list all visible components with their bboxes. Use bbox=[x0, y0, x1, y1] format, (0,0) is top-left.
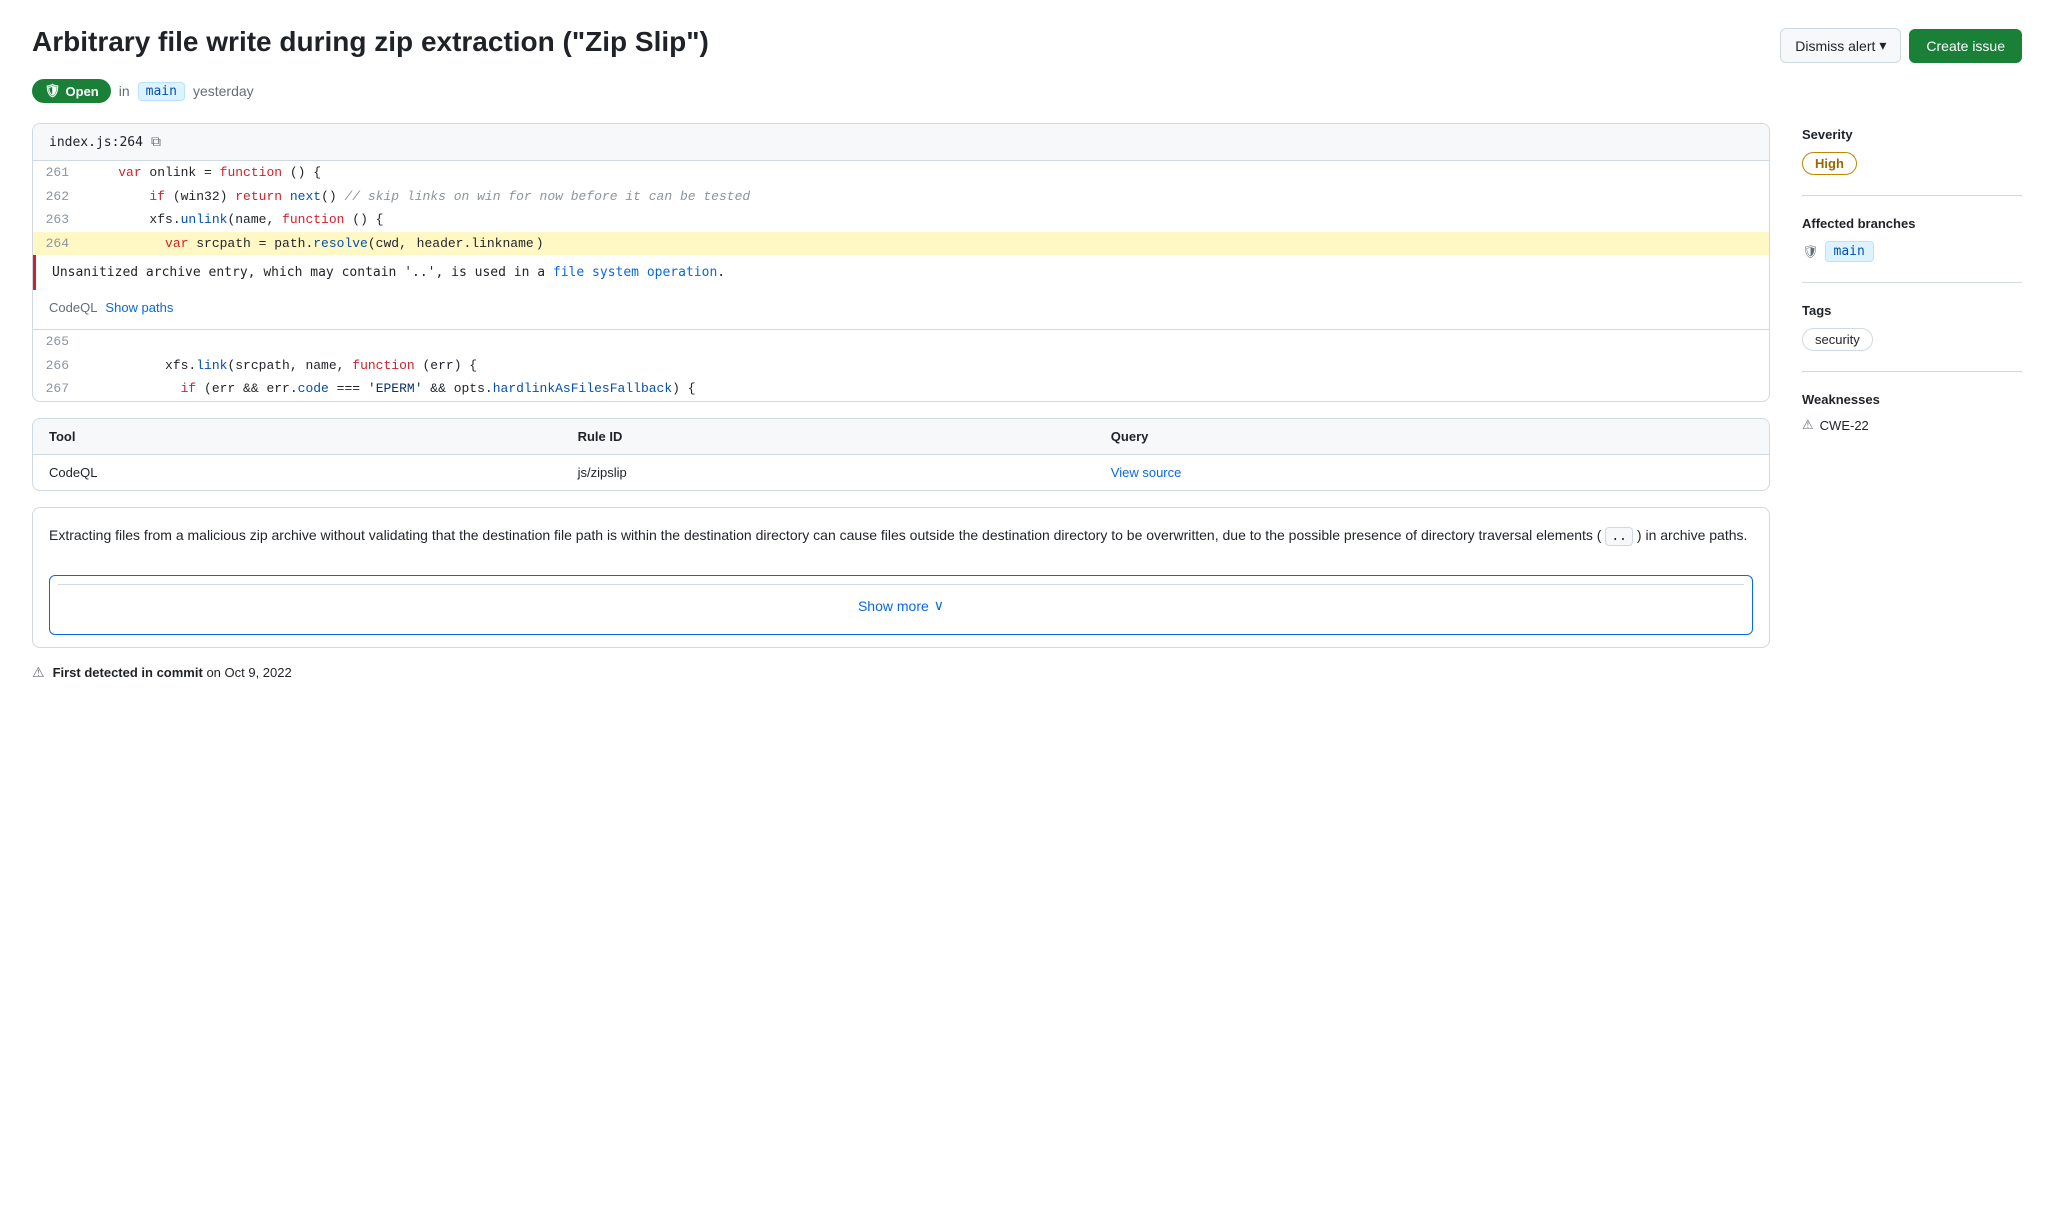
branches-label: Affected branches bbox=[1802, 216, 2022, 231]
code-dots: .. bbox=[1605, 527, 1633, 546]
code-lines-top: 261 var onlink = function () { 262 if (w… bbox=[33, 161, 1769, 255]
sidebar-weaknesses: Weaknesses ⚠ CWE-22 bbox=[1802, 392, 2022, 453]
create-issue-button[interactable]: Create issue bbox=[1909, 29, 2022, 63]
code-header: index.js:264 ⧉ bbox=[33, 124, 1769, 161]
sidebar-tags: Tags security bbox=[1802, 303, 2022, 372]
status-badge: 🛡 Open bbox=[32, 79, 111, 103]
dismiss-label: Dismiss alert bbox=[1795, 38, 1875, 54]
line-num: 265 bbox=[33, 330, 83, 354]
show-more-container: Show more ∨ bbox=[49, 575, 1753, 635]
code-line-266: 266 xfs.link(srcpath, name, function (er… bbox=[33, 354, 1769, 378]
description-body: Extracting files from a malicious zip ar… bbox=[33, 508, 1769, 564]
weaknesses-label: Weaknesses bbox=[1802, 392, 2022, 407]
page-title: Arbitrary file write during zip extracti… bbox=[32, 24, 709, 60]
tool-table-row: CodeQL js/zipslip View source bbox=[33, 454, 1769, 490]
tags-label: Tags bbox=[1802, 303, 2022, 318]
main-layout: index.js:264 ⧉ 261 var onlink = function… bbox=[32, 123, 2022, 681]
main-content: index.js:264 ⧉ 261 var onlink = function… bbox=[32, 123, 1770, 681]
line-code: var onlink = function () { bbox=[83, 161, 1769, 185]
codeql-row: CodeQL Show paths bbox=[33, 290, 1769, 329]
severity-label: Severity bbox=[1802, 127, 2022, 142]
in-text: in bbox=[119, 83, 130, 99]
branch-item: 🛡 main bbox=[1802, 241, 2022, 262]
code-lines-bottom: 265 266 xfs.link(srcpath, name, function… bbox=[33, 329, 1769, 401]
col-rule-id: Rule ID bbox=[562, 419, 1095, 455]
line-num: 262 bbox=[33, 185, 83, 209]
line-code: if (win32) return next() // skip links o… bbox=[83, 185, 1769, 209]
tool-name: CodeQL bbox=[33, 454, 562, 490]
top-actions: Dismiss alert ▾ Create issue bbox=[1780, 28, 2022, 63]
show-more-button[interactable]: Show more ∨ bbox=[58, 584, 1744, 626]
copy-icon[interactable]: ⧉ bbox=[151, 134, 161, 150]
tool-table: Tool Rule ID Query CodeQL js/zipslip Vie… bbox=[33, 419, 1769, 490]
codeql-label: CodeQL bbox=[49, 300, 97, 315]
line-code: xfs.link(srcpath, name, function (err) { bbox=[83, 354, 1769, 378]
file-name: index.js:264 bbox=[49, 135, 143, 150]
sidebar-severity: Severity High bbox=[1802, 127, 2022, 196]
weakness-row: ⚠ CWE-22 bbox=[1802, 417, 2022, 433]
line-num: 267 bbox=[33, 377, 83, 401]
code-line-263: 263 xfs.unlink(name, function () { bbox=[33, 208, 1769, 232]
chevron-down-icon: ∨ bbox=[934, 597, 944, 614]
line-num: 261 bbox=[33, 161, 83, 185]
timestamp: yesterday bbox=[193, 83, 254, 99]
show-more-label: Show more bbox=[858, 598, 929, 614]
line-num: 264 bbox=[33, 232, 83, 256]
footer-detected-text: First detected in commit bbox=[53, 665, 203, 680]
code-line-265: 265 bbox=[33, 330, 1769, 354]
branch-tag: main bbox=[138, 82, 185, 101]
col-tool: Tool bbox=[33, 419, 562, 455]
line-code bbox=[83, 330, 1769, 354]
code-line-264: 264 var srcpath = path.resolve(cwd, head… bbox=[33, 232, 1769, 256]
code-block: index.js:264 ⧉ 261 var onlink = function… bbox=[32, 123, 1770, 402]
weakness-value: CWE-22 bbox=[1820, 418, 1869, 433]
rule-id: js/zipslip bbox=[562, 454, 1095, 490]
shield-icon: 🛡 bbox=[44, 83, 61, 99]
tool-table-header: Tool Rule ID Query bbox=[33, 419, 1769, 455]
col-query: Query bbox=[1095, 419, 1769, 455]
code-line-262: 262 if (win32) return next() // skip lin… bbox=[33, 185, 1769, 209]
line-code: var srcpath = path.resolve(cwd, header.l… bbox=[83, 232, 1769, 256]
footer-text: First detected in commit on Oct 9, 2022 bbox=[53, 665, 292, 680]
file-system-link[interactable]: file system operation bbox=[553, 265, 717, 280]
status-row: 🛡 Open in main yesterday bbox=[32, 79, 2022, 103]
sidebar-branches: Affected branches 🛡 main bbox=[1802, 216, 2022, 283]
status-label: Open bbox=[66, 84, 99, 99]
code-line-261: 261 var onlink = function () { bbox=[33, 161, 1769, 185]
code-line-267: 267 if (err && err.code === 'EPERM' && o… bbox=[33, 377, 1769, 401]
shield-warning-icon: ⚠ bbox=[32, 664, 45, 681]
tag-chip: security bbox=[1802, 328, 1873, 351]
footer-date: on Oct 9, 2022 bbox=[206, 665, 291, 680]
description-block: Extracting files from a malicious zip ar… bbox=[32, 507, 1770, 649]
line-code: if (err && err.code === 'EPERM' && opts.… bbox=[83, 377, 1769, 401]
weakness-icon: ⚠ bbox=[1802, 417, 1814, 433]
show-paths-link[interactable]: Show paths bbox=[105, 300, 173, 315]
line-code: xfs.unlink(name, function () { bbox=[83, 208, 1769, 232]
sidebar: Severity High Affected branches 🛡 main T… bbox=[1802, 123, 2022, 473]
create-issue-label: Create issue bbox=[1926, 38, 2005, 54]
tool-table-block: Tool Rule ID Query CodeQL js/zipslip Vie… bbox=[32, 418, 1770, 491]
line-num: 263 bbox=[33, 208, 83, 232]
line-num: 266 bbox=[33, 354, 83, 378]
query-link[interactable]: View source bbox=[1095, 454, 1769, 490]
branch-name: main bbox=[1825, 241, 1874, 262]
branch-shield-icon: 🛡 bbox=[1802, 244, 1819, 260]
footer-row: ⚠ First detected in commit on Oct 9, 202… bbox=[32, 664, 1770, 681]
severity-badge: High bbox=[1802, 152, 1857, 175]
alert-message: Unsanitized archive entry, which may con… bbox=[33, 255, 1769, 290]
dismiss-alert-button[interactable]: Dismiss alert ▾ bbox=[1780, 28, 1901, 63]
chevron-down-icon: ▾ bbox=[1879, 37, 1886, 54]
